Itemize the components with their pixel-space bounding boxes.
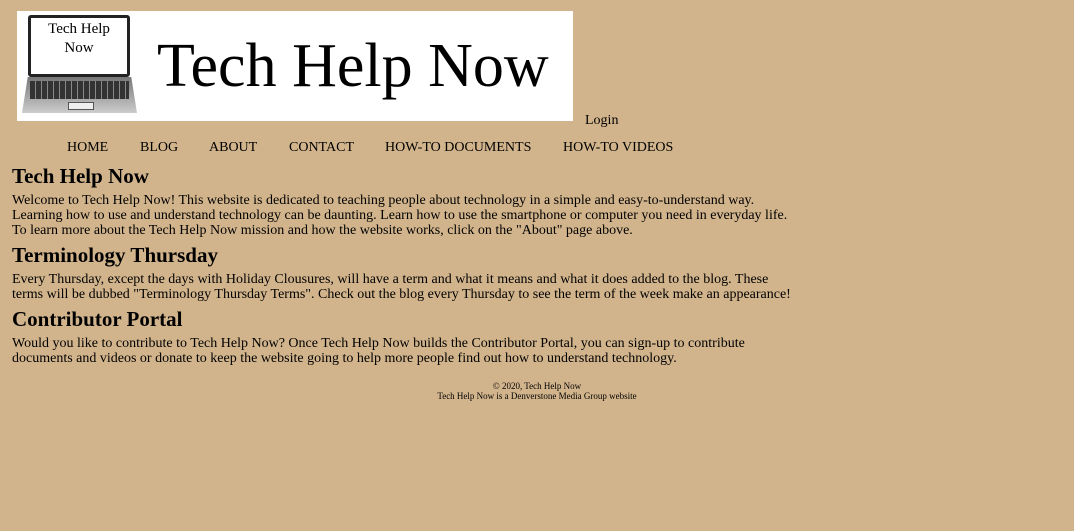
nav-home[interactable]: HOME <box>67 140 108 156</box>
nav-about[interactable]: ABOUT <box>209 140 257 156</box>
laptop-keyboard <box>22 77 137 113</box>
copyright: © 2020, Tech Help Now <box>492 381 582 391</box>
nav-contact[interactable]: CONTACT <box>289 140 354 156</box>
nav-blog[interactable]: BLOG <box>140 140 178 156</box>
section-heading: Terminology Thursday <box>12 243 218 267</box>
section-body: Would you like to contribute to Tech Hel… <box>12 336 745 366</box>
laptop-screen: Tech Help Now <box>28 15 130 77</box>
nav-how-to-videos[interactable]: HOW-TO VIDEOS <box>563 140 673 156</box>
section-heading: Contributor Portal <box>12 307 183 331</box>
section-heading: Tech Help Now <box>12 164 149 188</box>
logo-title: Tech Help Now <box>157 32 549 100</box>
section-body: Every Thursday, except the days with Hol… <box>12 272 791 302</box>
section-body: Welcome to Tech Help Now! This website i… <box>12 193 788 238</box>
nav-how-to-documents[interactable]: HOW-TO DOCUMENTS <box>385 140 531 156</box>
laptop-icon: Tech Help Now <box>22 15 137 115</box>
main-content: Tech Help Now Welcome to Tech Help Now! … <box>12 163 802 370</box>
footer-note: Tech Help Now is a Denverstone Media Gro… <box>437 391 637 401</box>
login-link[interactable]: Login <box>585 113 618 129</box>
site-logo[interactable]: Tech Help Now Tech Help Now <box>17 11 573 121</box>
footer: © 2020, Tech Help Now Tech Help Now is a… <box>0 381 1074 401</box>
